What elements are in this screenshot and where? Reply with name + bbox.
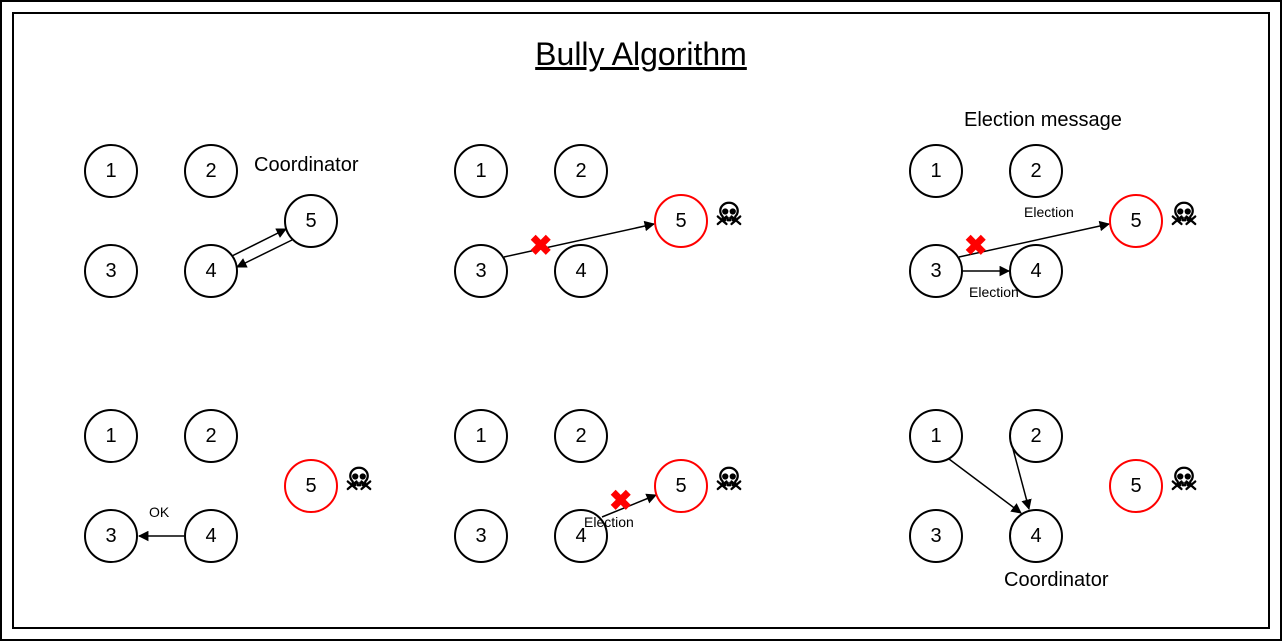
node-1: 1 bbox=[909, 409, 963, 463]
node-2: 2 bbox=[184, 144, 238, 198]
arrow bbox=[949, 459, 1021, 513]
fail-cross-icon: ✖ bbox=[964, 229, 987, 262]
node-1: 1 bbox=[454, 409, 508, 463]
node-1: 1 bbox=[84, 144, 138, 198]
diagram-title: Bully Algorithm bbox=[535, 36, 747, 73]
outer-frame: Bully Algorithm 12345Coordinator12345✖12… bbox=[0, 0, 1282, 641]
panel-6: 12345 Coordinator bbox=[909, 409, 1229, 609]
skull-icon bbox=[714, 199, 744, 236]
arrow bbox=[232, 229, 286, 256]
arrow bbox=[237, 240, 292, 267]
label-coordinator: Coordinator bbox=[254, 154, 359, 177]
panel-5: 12345Election✖ bbox=[454, 409, 774, 609]
node-3: 3 bbox=[84, 244, 138, 298]
node-1: 1 bbox=[454, 144, 508, 198]
skull-icon bbox=[1169, 464, 1199, 501]
node-4: 4 bbox=[184, 509, 238, 563]
skull-icon bbox=[1169, 199, 1199, 236]
fail-cross-icon: ✖ bbox=[609, 484, 632, 517]
node-2: 2 bbox=[554, 144, 608, 198]
node-1: 1 bbox=[84, 409, 138, 463]
panel-4: 12345 OK bbox=[84, 409, 404, 609]
node-2: 2 bbox=[554, 409, 608, 463]
label-coordinator: Coordinator bbox=[1004, 569, 1109, 592]
label-election_message: Election message bbox=[964, 109, 1122, 132]
node-5: 5 bbox=[654, 194, 708, 248]
node-2: 2 bbox=[184, 409, 238, 463]
panel-2: 12345 ✖ bbox=[454, 144, 774, 344]
label-election: Election bbox=[969, 284, 1019, 300]
node-3: 3 bbox=[454, 509, 508, 563]
node-5: 5 bbox=[1109, 459, 1163, 513]
node-4: 4 bbox=[554, 244, 608, 298]
inner-frame: Bully Algorithm 12345Coordinator12345✖12… bbox=[12, 12, 1270, 629]
panel-1: 12345 Coordinator bbox=[84, 144, 404, 344]
label-ok: OK bbox=[149, 504, 169, 520]
node-2: 2 bbox=[1009, 409, 1063, 463]
skull-icon bbox=[714, 464, 744, 501]
node-3: 3 bbox=[909, 244, 963, 298]
node-3: 3 bbox=[454, 244, 508, 298]
fail-cross-icon: ✖ bbox=[529, 229, 552, 262]
node-4: 4 bbox=[184, 244, 238, 298]
node-1: 1 bbox=[909, 144, 963, 198]
node-5: 5 bbox=[1109, 194, 1163, 248]
skull-icon bbox=[344, 464, 374, 501]
panel-3: 12345Election messageElectionElection✖ bbox=[909, 144, 1229, 344]
node-4: 4 bbox=[1009, 509, 1063, 563]
label-election: Election bbox=[1024, 204, 1074, 220]
node-3: 3 bbox=[909, 509, 963, 563]
node-5: 5 bbox=[284, 459, 338, 513]
node-2: 2 bbox=[1009, 144, 1063, 198]
node-5: 5 bbox=[654, 459, 708, 513]
node-3: 3 bbox=[84, 509, 138, 563]
node-5: 5 bbox=[284, 194, 338, 248]
